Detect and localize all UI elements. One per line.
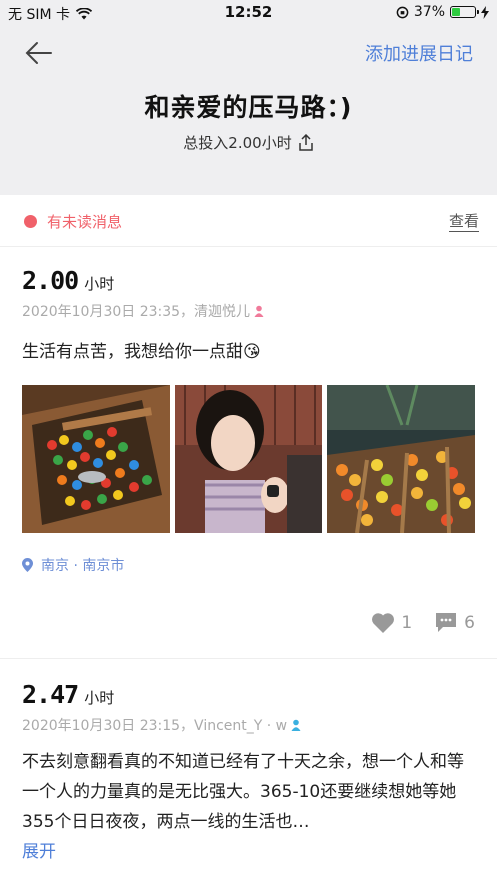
expand-link[interactable]: 展开 <box>22 837 475 862</box>
comment-button[interactable]: 6 <box>434 612 475 633</box>
post-hours-unit: 小时 <box>84 689 115 707</box>
charging-icon <box>481 5 489 19</box>
header-area: 无 SIM 卡 12:52 37% 添加进展日记 和亲爱的压马路：) 总投入2.… <box>0 0 497 195</box>
battery-percent: 37% <box>413 4 445 20</box>
unread-label: 有未读消息 <box>47 212 123 231</box>
total-hours-label: 总投入2.00小时 <box>183 134 292 152</box>
post-meta: 2020年10月30日 23:15，Vincent_Y · w <box>22 718 288 734</box>
add-diary-button[interactable]: 添加进展日记 <box>365 40 473 66</box>
heart-icon <box>372 613 395 633</box>
female-user-icon <box>254 305 264 317</box>
divider <box>0 246 497 247</box>
post-content: 不去刻意翻看真的不知道已经有了十天之余，想一个人和等一个人的力量真的是无比强大。… <box>22 752 464 832</box>
unread-dot <box>24 214 37 228</box>
location-label: 南京 · 南京市 <box>41 558 125 574</box>
candy-bowl-photo[interactable] <box>22 385 170 533</box>
post-meta: 2020年10月30日 23:35，清迦悦儿 <box>22 304 251 320</box>
photo-grid <box>22 385 476 533</box>
post-hours: 2.00 <box>22 266 79 295</box>
post-card: 2.47 小时 2020年10月30日 23:15，Vincent_Y · w … <box>22 680 475 862</box>
back-arrow-icon[interactable] <box>24 38 54 68</box>
post-content: 生活有点苦，我想给你一点甜😘 <box>22 342 261 362</box>
candy-display-photo[interactable] <box>327 385 476 533</box>
battery-icon <box>450 6 479 18</box>
comment-count: 6 <box>464 612 475 633</box>
share-icon[interactable] <box>298 134 314 151</box>
location-pin-icon <box>22 558 33 572</box>
post-card: 2.00 小时 2020年10月30日 23:35，清迦悦儿 生活有点苦，我想给… <box>22 266 476 575</box>
divider <box>0 658 497 659</box>
page-title: 和亲爱的压马路：) <box>144 93 353 122</box>
like-count: 1 <box>401 612 413 633</box>
orientation-lock-icon <box>396 6 409 18</box>
total-hours: 总投入2.00小时 <box>0 132 497 153</box>
like-button[interactable]: 1 <box>371 612 412 633</box>
status-bar: 无 SIM 卡 12:52 37% <box>0 0 497 26</box>
post-hours: 2.47 <box>22 680 79 709</box>
male-user-icon <box>291 719 301 731</box>
comment-icon <box>436 613 457 632</box>
post-hours-unit: 小时 <box>84 275 115 293</box>
post-actions: 1 6 <box>371 612 475 633</box>
unread-messages-bar[interactable]: 有未读消息 查看 <box>24 204 479 238</box>
view-unread-link[interactable]: 查看 <box>448 210 479 232</box>
selfie-photo[interactable] <box>174 385 323 533</box>
location-link[interactable]: 南京 · 南京市 <box>22 555 475 575</box>
